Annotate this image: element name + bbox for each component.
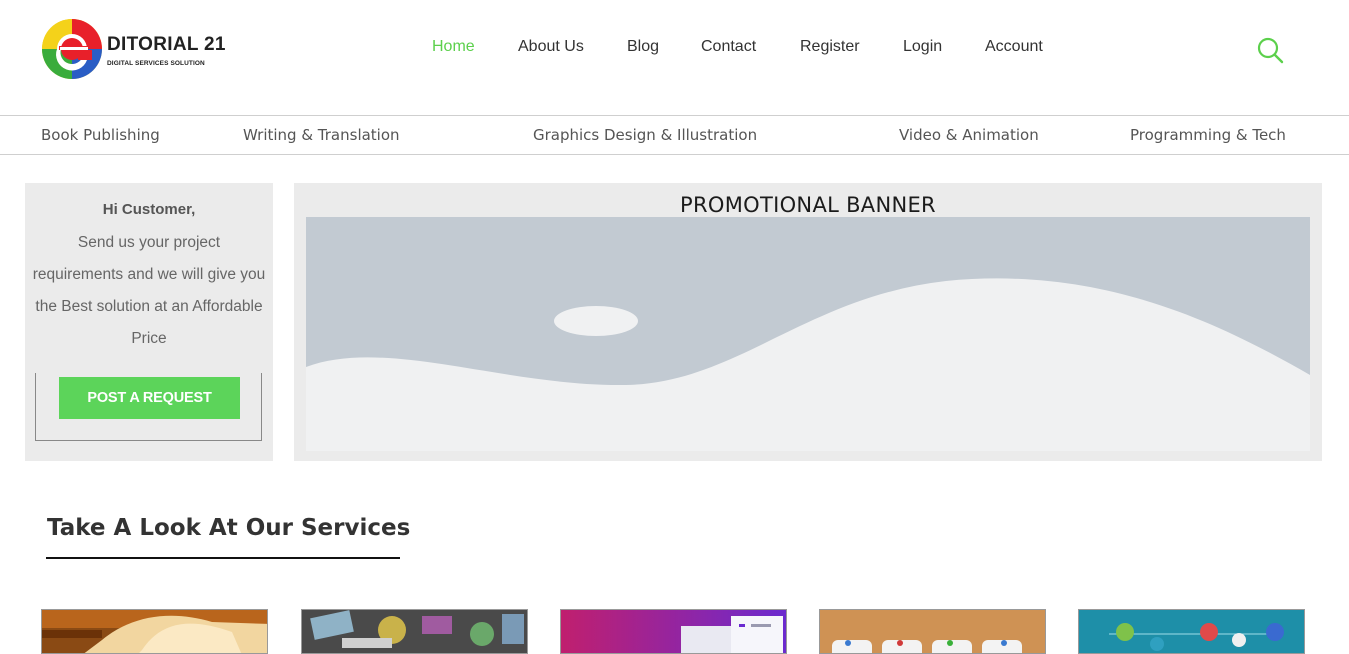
service-thumb-book-publishing[interactable] bbox=[41, 609, 268, 654]
nav-home[interactable]: Home bbox=[432, 38, 475, 56]
logo-tagline: DIGITAL SERVICES SOLUTION bbox=[107, 60, 205, 67]
nav-login[interactable]: Login bbox=[903, 38, 942, 56]
logo-mark-icon bbox=[42, 19, 102, 79]
book-image bbox=[42, 610, 267, 653]
promotional-banner[interactable]: PROMOTIONAL BANNER bbox=[294, 183, 1322, 461]
tech-network-image bbox=[1079, 610, 1304, 653]
customer-message: Send us your project requirements and we… bbox=[32, 234, 266, 347]
service-thumb-programming[interactable] bbox=[1078, 609, 1305, 654]
category-writing-translation[interactable]: Writing & Translation bbox=[243, 126, 400, 144]
services-heading-underline bbox=[46, 557, 400, 559]
logo-text: DITORIAL 21 bbox=[107, 34, 226, 55]
category-programming-tech[interactable]: Programming & Tech bbox=[1130, 126, 1286, 144]
promo-title: PROMOTIONAL BANNER bbox=[680, 193, 936, 217]
site-header: DITORIAL 21 DIGITAL SERVICES SOLUTION Ho… bbox=[0, 0, 1349, 116]
nav-register[interactable]: Register bbox=[800, 38, 860, 56]
customer-greeting: Hi Customer, bbox=[102, 201, 196, 218]
service-thumb-video[interactable] bbox=[819, 609, 1046, 654]
service-thumb-graphics[interactable] bbox=[560, 609, 787, 654]
service-thumb-writing[interactable] bbox=[301, 609, 528, 654]
nav-blog[interactable]: Blog bbox=[627, 38, 659, 56]
category-graphics-design[interactable]: Graphics Design & Illustration bbox=[533, 126, 757, 144]
cork-board-image bbox=[820, 610, 1045, 653]
category-book-publishing[interactable]: Book Publishing bbox=[41, 126, 160, 144]
image-placeholder-icon bbox=[306, 217, 1310, 451]
logo[interactable]: DITORIAL 21 DIGITAL SERVICES SOLUTION bbox=[40, 16, 240, 82]
nav-account[interactable]: Account bbox=[985, 38, 1043, 56]
design-app-image bbox=[561, 610, 786, 653]
customer-request-box: Hi Customer, Send us your project requir… bbox=[25, 183, 273, 461]
nav-about-us[interactable]: About Us bbox=[518, 38, 584, 56]
category-bar: Book Publishing Writing & Translation Gr… bbox=[0, 116, 1349, 155]
category-video-animation[interactable]: Video & Animation bbox=[899, 126, 1039, 144]
services-heading: Take A Look At Our Services bbox=[47, 515, 411, 541]
nav-contact[interactable]: Contact bbox=[701, 38, 756, 56]
search-icon[interactable] bbox=[1256, 36, 1284, 64]
graffiti-image bbox=[302, 610, 527, 653]
post-request-button[interactable]: POST A REQUEST bbox=[59, 377, 240, 419]
